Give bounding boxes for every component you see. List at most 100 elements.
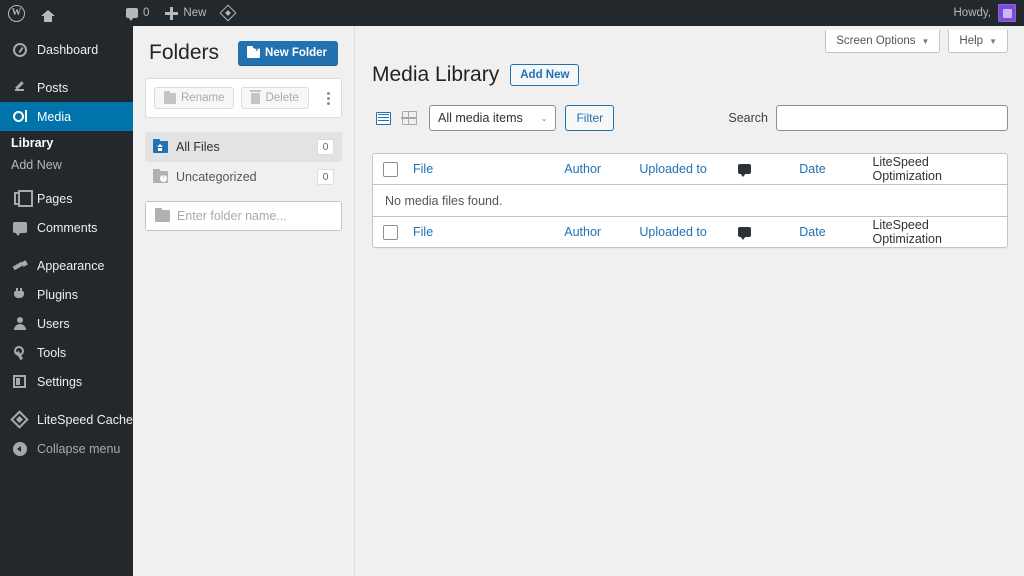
select-all-checkbox[interactable] <box>383 161 398 177</box>
folder-name: All Files <box>176 140 220 154</box>
column-header-author[interactable]: Author <box>564 162 639 176</box>
table-footer-row: File Author Uploaded to Date LiteSpeed O… <box>373 216 1007 247</box>
folder-search-icon <box>155 207 170 222</box>
media-table: File Author Uploaded to Date LiteSpeed O… <box>372 153 1008 248</box>
folder-item-all-files[interactable]: All Files 0 <box>145 132 342 162</box>
page-title: Media Library <box>372 63 500 86</box>
sidebar-item-label: Settings <box>37 374 83 389</box>
folder-count: 0 <box>317 169 334 185</box>
new-folder-button[interactable]: New Folder <box>238 41 338 65</box>
media-type-filter-select[interactable]: All media items ⌄ <box>429 105 557 131</box>
filter-button[interactable]: Filter <box>565 105 615 131</box>
plus-icon <box>165 6 179 20</box>
empty-message: No media files found. <box>385 193 503 208</box>
sidebar-item-label: Comments <box>37 220 98 235</box>
grid-view-button[interactable] <box>398 107 420 129</box>
sidebar-item-media[interactable]: Media <box>0 102 141 131</box>
sidebar-item-label: LiteSpeed Cache <box>37 412 133 427</box>
column-header-comments[interactable] <box>737 164 800 177</box>
delete-label: Delete <box>265 92 299 104</box>
column-footer-file[interactable]: File <box>398 225 564 239</box>
column-footer-litespeed-optimization: LiteSpeed Optimization <box>872 218 942 246</box>
trash-icon <box>250 89 262 104</box>
comments-icon <box>737 164 751 177</box>
media-submenu: Library Add New <box>0 131 133 184</box>
sidebar-item-label: Users <box>37 316 70 331</box>
avatar-image <box>1002 8 1012 18</box>
media-icon <box>11 108 28 125</box>
chevron-down-icon: ▼ <box>989 36 997 46</box>
wordpress-logo-menu[interactable] <box>0 0 33 26</box>
comment-bubble-icon <box>126 8 138 21</box>
litespeed-adminbar-menu[interactable] <box>214 0 242 26</box>
sidebar-item-users[interactable]: Users <box>0 309 133 338</box>
folder-name: Uncategorized <box>176 170 257 184</box>
rename-pencil-icon <box>164 90 176 104</box>
table-navigation-top: All media items ⌄ Filter Search <box>356 87 1024 131</box>
folder-plus-icon <box>247 44 261 58</box>
admin-sidebar: Dashboard Posts Media Library Add New Pa… <box>0 26 141 576</box>
chevron-down-icon: ▼ <box>921 36 930 46</box>
help-button[interactable]: Help ▼ <box>948 30 1008 53</box>
delete-folder-button[interactable]: Delete <box>241 87 309 109</box>
search-input[interactable] <box>776 105 1008 131</box>
search-area: Search <box>728 105 1008 131</box>
column-footer-uploaded-to[interactable]: Uploaded to <box>639 225 737 239</box>
litespeed-icon <box>10 410 29 429</box>
folders-title: Folders <box>149 41 220 64</box>
sidebar-item-appearance[interactable]: Appearance <box>0 251 133 280</box>
folder-search-input[interactable] <box>177 209 332 223</box>
column-header-date[interactable]: Date <box>799 162 872 176</box>
main-content: Screen Options ▼ Help ▼ Media Library Ad… <box>356 26 1024 576</box>
settings-icon <box>11 373 28 390</box>
list-view-icon <box>375 111 391 125</box>
appearance-brush-icon <box>11 257 28 274</box>
new-label: New <box>183 7 207 19</box>
sidebar-item-litespeed-cache[interactable]: LiteSpeed Cache <box>0 405 133 434</box>
list-view-button[interactable] <box>372 107 394 129</box>
comments-icon <box>11 219 28 236</box>
column-header-uploaded-to[interactable]: Uploaded to <box>639 162 737 176</box>
folder-search-box[interactable] <box>145 201 342 231</box>
grid-view-icon <box>401 110 417 125</box>
howdy-greeting[interactable]: Howdy, <box>954 7 992 19</box>
sidebar-item-pages[interactable]: Pages <box>0 184 133 213</box>
sidebar-item-add-new-media[interactable]: Add New <box>0 154 133 176</box>
sidebar-item-label: Media <box>37 109 72 124</box>
collapse-menu-button[interactable]: Collapse menu <box>0 434 133 463</box>
folders-header: Folders New Folder <box>133 26 354 65</box>
sidebar-item-comments[interactable]: Comments <box>0 213 133 242</box>
rename-folder-button[interactable]: Rename <box>154 87 235 109</box>
site-home-link[interactable] <box>33 0 63 26</box>
tools-wrench-icon <box>11 344 28 361</box>
new-content-menu[interactable]: New <box>157 0 214 26</box>
avatar[interactable] <box>998 4 1016 22</box>
more-options-icon[interactable] <box>327 91 330 105</box>
column-footer-author[interactable]: Author <box>564 225 639 239</box>
empty-state-row: No media files found. <box>373 185 1007 216</box>
folders-panel: Folders New Folder Rename Delete All Fil… <box>133 26 355 576</box>
sidebar-item-dashboard[interactable]: Dashboard <box>0 35 133 64</box>
select-all-checkbox-footer[interactable] <box>383 224 398 240</box>
pages-icon <box>11 190 33 207</box>
sidebar-item-settings[interactable]: Settings <box>0 367 133 396</box>
sidebar-item-library[interactable]: Library <box>0 132 133 154</box>
add-new-button[interactable]: Add New <box>510 64 580 86</box>
sidebar-item-tools[interactable]: Tools <box>0 338 133 367</box>
sidebar-item-plugins[interactable]: Plugins <box>0 280 133 309</box>
view-switcher <box>372 107 420 129</box>
column-footer-comments[interactable] <box>737 227 800 240</box>
search-label: Search <box>728 111 768 125</box>
comments-bubble-link[interactable]: 0 <box>118 0 157 26</box>
column-header-file[interactable]: File <box>398 162 564 176</box>
help-label: Help <box>959 35 984 47</box>
screen-options-button[interactable]: Screen Options ▼ <box>825 30 941 53</box>
sidebar-item-posts[interactable]: Posts <box>0 73 133 102</box>
folder-list: All Files 0 ! Uncategorized 0 <box>145 132 342 192</box>
folder-item-uncategorized[interactable]: ! Uncategorized 0 <box>145 162 342 192</box>
column-footer-date[interactable]: Date <box>799 225 872 239</box>
sidebar-item-label: Collapse menu <box>37 441 121 456</box>
posts-pin-icon <box>11 79 28 96</box>
sidebar-item-label: Dashboard <box>37 42 99 57</box>
home-icon <box>41 10 55 22</box>
